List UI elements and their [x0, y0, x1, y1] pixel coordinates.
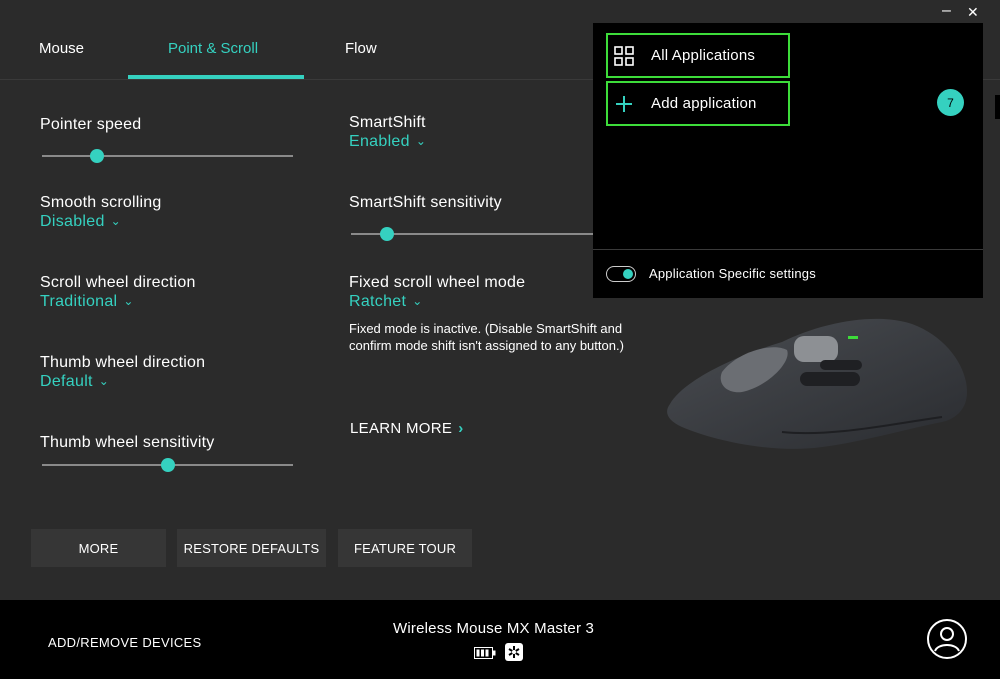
- thumb-wheel-direction-value: Default: [40, 373, 93, 390]
- fixed-scroll-wheel-mode-label: Fixed scroll wheel mode: [349, 274, 526, 291]
- user-profile-icon[interactable]: [926, 618, 968, 660]
- footer-bar: ADD/REMOVE DEVICES Wireless Mouse MX Mas…: [0, 600, 1000, 679]
- smartshift-sensitivity-label: SmartShift sensitivity: [349, 194, 502, 211]
- chevron-down-icon: ⌄: [412, 294, 423, 308]
- fixed-scroll-wheel-mode-value: Ratchet: [349, 293, 407, 310]
- thumb-wheel-direction-label: Thumb wheel direction: [40, 354, 206, 371]
- mx-master-3-mouse-image: [667, 318, 967, 449]
- active-tab-indicator: [128, 75, 304, 79]
- pointer-speed-slider[interactable]: [42, 149, 293, 163]
- grid-icon: [613, 45, 635, 67]
- smooth-scrolling-dropdown[interactable]: Disabled ⌄: [40, 213, 121, 231]
- pointer-speed-label: Pointer speed: [40, 116, 142, 133]
- scrollbar-handle[interactable]: [995, 95, 1000, 119]
- fixed-mode-note: Fixed mode is inactive. (Disable SmartSh…: [349, 321, 624, 353]
- smooth-scrolling-value: Disabled: [40, 213, 105, 230]
- fixed-scroll-wheel-mode-dropdown[interactable]: Ratchet ⌄: [349, 293, 423, 311]
- chevron-down-icon: ⌄: [110, 214, 122, 228]
- scroll-wheel-direction-value: Traditional: [40, 293, 118, 310]
- add-remove-devices-link[interactable]: ADD/REMOVE DEVICES: [48, 635, 201, 650]
- more-button[interactable]: MORE: [31, 529, 166, 567]
- chevron-right-icon: ›: [458, 420, 464, 437]
- minimize-icon[interactable]: ‒: [942, 2, 951, 20]
- chevron-down-icon: ⌄: [415, 134, 427, 148]
- tab-mouse[interactable]: Mouse: [39, 40, 84, 57]
- tab-point-and-scroll[interactable]: Point & Scroll: [168, 40, 258, 57]
- scroll-wheel-direction-dropdown[interactable]: Traditional ⌄: [40, 293, 134, 311]
- feature-tour-button[interactable]: FEATURE TOUR: [338, 529, 472, 567]
- thumb-wheel-sensitivity-slider-thumb[interactable]: [160, 458, 175, 472]
- smartshift-sensitivity-slider-thumb[interactable]: [380, 227, 395, 241]
- thumb-wheel-sensitivity-label: Thumb wheel sensitivity: [40, 434, 215, 451]
- application-specific-settings-toggle[interactable]: [606, 266, 636, 282]
- smartshift-dropdown[interactable]: Enabled ⌄: [349, 133, 426, 151]
- thumb-wheel-sensitivity-slider[interactable]: [42, 458, 293, 472]
- unifying-receiver-icon: [505, 643, 523, 661]
- all-applications-label: All Applications: [651, 47, 756, 64]
- smartshift-sensitivity-slider[interactable]: [351, 227, 593, 241]
- thumb-wheel-direction-dropdown[interactable]: Default ⌄: [40, 373, 109, 391]
- all-applications-item[interactable]: All Applications: [606, 33, 790, 78]
- add-application-label: Add application: [651, 95, 757, 112]
- smartshift-label: SmartShift: [349, 114, 426, 131]
- battery-icon: [474, 647, 496, 659]
- plus-icon: [613, 93, 635, 115]
- tab-flow[interactable]: Flow: [345, 40, 377, 57]
- add-application-item[interactable]: Add application: [606, 81, 790, 126]
- scroll-wheel-direction-label: Scroll wheel direction: [40, 274, 196, 291]
- toggle-knob: [623, 269, 633, 279]
- applications-popover: All Applications Add application 7 Appli…: [593, 23, 983, 298]
- learn-more-label: LEARN MORE: [350, 420, 453, 437]
- popover-divider: [593, 249, 983, 250]
- pointer-speed-slider-thumb[interactable]: [90, 149, 105, 163]
- restore-defaults-button[interactable]: RESTORE DEFAULTS: [177, 529, 326, 567]
- device-name: Wireless Mouse MX Master 3: [393, 620, 595, 637]
- smartshift-value: Enabled: [349, 133, 410, 150]
- smooth-scrolling-label: Smooth scrolling: [40, 194, 162, 211]
- close-icon[interactable]: ✕: [967, 4, 979, 21]
- learn-more-link[interactable]: LEARN MORE ›: [350, 420, 463, 437]
- chevron-down-icon: ⌄: [123, 294, 134, 308]
- count-badge: 7: [937, 89, 964, 116]
- chevron-down-icon: ⌄: [98, 374, 110, 388]
- application-specific-settings-label: Application Specific settings: [649, 266, 816, 281]
- logi-options-window: ‒ ✕ Mouse Point & Scroll Flow Pointer sp…: [0, 0, 1000, 679]
